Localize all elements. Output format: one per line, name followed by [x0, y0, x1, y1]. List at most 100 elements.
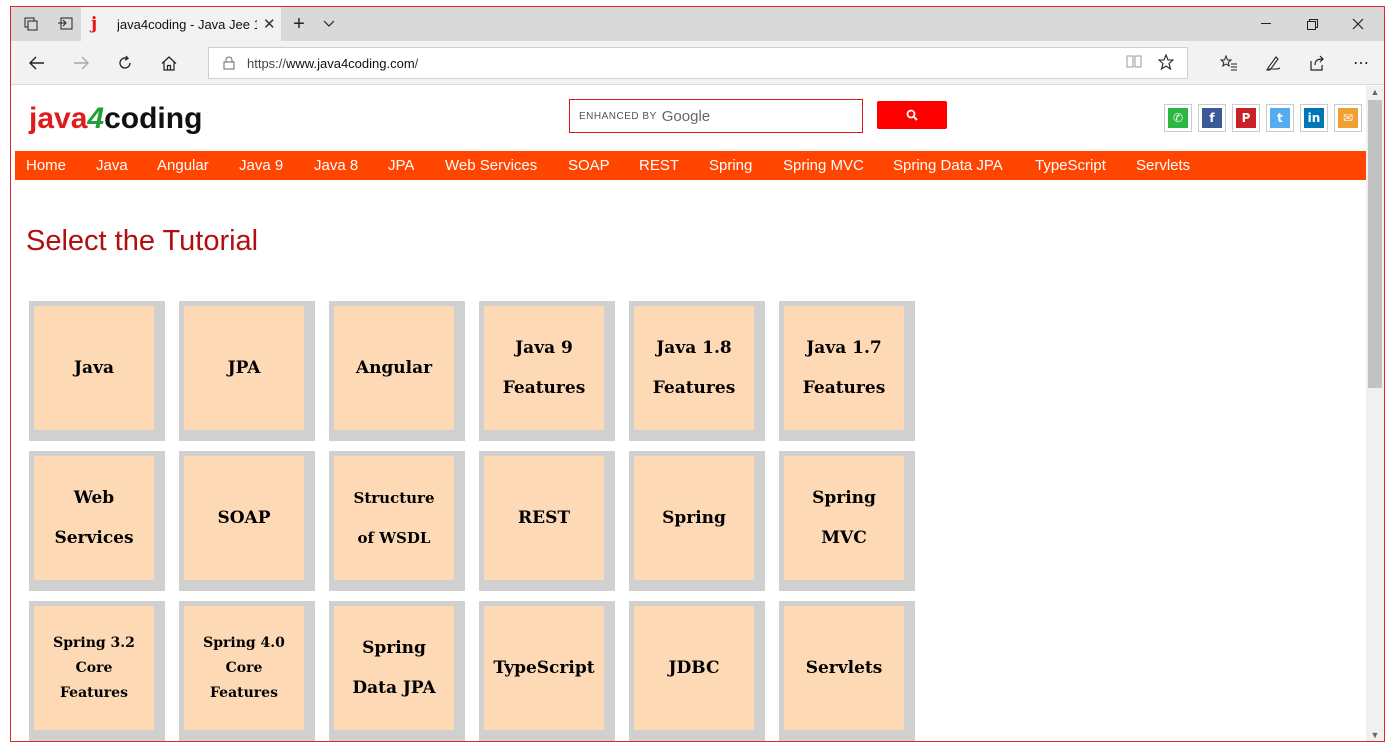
favorites-hub-icon[interactable] — [1211, 47, 1247, 79]
tutorial-card[interactable]: Java 1.8 Features — [629, 301, 765, 441]
facebook-icon: f — [1202, 108, 1222, 128]
tab-strip: j java4coding - Java Jee 1 ✕ + — [11, 7, 1384, 41]
tutorial-card[interactable]: Spring — [629, 451, 765, 591]
minimize-icon[interactable] — [1243, 7, 1289, 41]
menu-item-rest[interactable]: REST — [639, 151, 679, 180]
tutorial-card-label: JDBC — [668, 658, 720, 678]
scroll-thumb[interactable] — [1368, 100, 1382, 388]
tutorial-card[interactable]: Servlets — [779, 601, 915, 741]
tutorial-card-face: Spring 3.2 Core Features — [34, 606, 154, 730]
tutorial-card-label: Spring 3.2 Core Features — [53, 634, 135, 701]
tutorial-card-face: Spring MVC — [784, 456, 904, 580]
whatsapp-share-button[interactable]: ✆ — [1164, 104, 1192, 132]
menu-item-web-services[interactable]: Web Services — [445, 151, 537, 180]
more-menu-icon[interactable]: ⋯ — [1343, 47, 1379, 79]
search-icon — [906, 109, 918, 121]
site-logo[interactable]: java4coding — [29, 102, 202, 136]
tutorial-card-face: Java 9 Features — [484, 306, 604, 430]
tutorial-card-face: Angular — [334, 306, 454, 430]
tab-list-chevron-icon[interactable] — [313, 7, 345, 41]
tutorial-card-label: REST — [517, 508, 570, 528]
site-favicon-icon: j — [91, 14, 98, 34]
tutorial-card-label: JPA — [227, 358, 261, 378]
menu-item-spring-data-jpa[interactable]: Spring Data JPA — [893, 151, 1003, 180]
favorite-star-icon[interactable] — [1157, 53, 1175, 75]
linkedin-share-button[interactable]: in — [1300, 104, 1328, 132]
google-brand-label: Google — [661, 107, 711, 125]
twitter-share-button[interactable]: t — [1266, 104, 1294, 132]
search-input[interactable]: ENHANCED BY Google — [569, 99, 863, 133]
tutorial-card[interactable]: Spring MVC — [779, 451, 915, 591]
search-enhanced-label: ENHANCED BY — [579, 110, 657, 122]
tutorial-card-face: Structure of WSDL — [334, 456, 454, 580]
tab-title: java4coding - Java Jee 1 — [117, 16, 257, 32]
main-menu: Home Java Angular Java 9 Java 8 JPA Web Servic… — [15, 151, 1366, 180]
tutorial-card[interactable]: Java — [29, 301, 165, 441]
pen-notes-icon[interactable] — [1255, 47, 1291, 79]
menu-item-java-9[interactable]: Java 9 — [239, 151, 283, 180]
tutorial-card[interactable]: Java 1.7 Features — [779, 301, 915, 441]
tutorial-card-label: Java 1.8 Features — [652, 338, 736, 398]
active-tab[interactable]: j java4coding - Java Jee 1 ✕ — [81, 7, 281, 41]
scroll-down-icon[interactable]: ▼ — [1366, 729, 1384, 741]
email-icon: ✉ — [1338, 108, 1358, 128]
menu-item-java-8[interactable]: Java 8 — [314, 151, 358, 180]
back-icon[interactable] — [19, 47, 55, 79]
close-window-icon[interactable] — [1335, 7, 1381, 41]
pinterest-share-button[interactable]: P — [1232, 104, 1260, 132]
tutorial-card-face: Java — [34, 306, 154, 430]
restore-icon[interactable] — [1289, 7, 1335, 41]
share-icon[interactable] — [1299, 47, 1335, 79]
tutorial-card[interactable]: REST — [479, 451, 615, 591]
menu-item-soap[interactable]: SOAP — [568, 151, 610, 180]
menu-item-home[interactable]: Home — [26, 151, 66, 180]
tutorial-card-label: SOAP — [217, 508, 271, 528]
tutorial-card[interactable]: Spring 3.2 Core Features — [29, 601, 165, 741]
tutorial-card[interactable]: Spring Data JPA — [329, 601, 465, 741]
facebook-share-button[interactable]: f — [1198, 104, 1226, 132]
tutorial-card[interactable]: TypeScript — [479, 601, 615, 741]
forward-icon[interactable] — [63, 47, 99, 79]
menu-item-spring-mvc[interactable]: Spring MVC — [783, 151, 864, 180]
tutorial-card-label: Java 1.7 Features — [802, 338, 886, 398]
tutorial-card[interactable]: Java 9 Features — [479, 301, 615, 441]
email-share-button[interactable]: ✉ — [1334, 104, 1362, 132]
tutorial-card-face: JPA — [184, 306, 304, 430]
tab-close-icon[interactable]: ✕ — [263, 15, 276, 33]
tab-actions-icon[interactable] — [15, 7, 47, 41]
tutorial-card[interactable]: JPA — [179, 301, 315, 441]
menu-item-jpa[interactable]: JPA — [388, 151, 414, 180]
tutorial-card[interactable]: Structure of WSDL — [329, 451, 465, 591]
page-heading: Select the Tutorial — [26, 225, 259, 257]
home-icon[interactable] — [151, 47, 187, 79]
tutorial-card-label: Java 9 Features — [502, 338, 586, 398]
menu-item-typescript[interactable]: TypeScript — [1035, 151, 1106, 180]
pinterest-icon: P — [1236, 108, 1256, 128]
refresh-icon[interactable] — [107, 47, 143, 79]
tutorial-card-face: Spring — [634, 456, 754, 580]
tutorial-card-face: Spring Data JPA — [334, 606, 454, 730]
tutorial-card[interactable]: Spring 4.0 Core Features — [179, 601, 315, 741]
tutorial-card[interactable]: Web Services — [29, 451, 165, 591]
set-tabs-aside-icon[interactable] — [49, 7, 81, 41]
url-text: https://www.java4coding.com/ — [247, 55, 419, 71]
tutorial-card[interactable]: Angular — [329, 301, 465, 441]
navigation-bar: https://www.java4coding.com/ ⋯ — [11, 41, 1384, 85]
tutorial-card-label: Web Services — [54, 488, 134, 548]
address-bar[interactable]: https://www.java4coding.com/ — [208, 47, 1188, 79]
menu-item-angular[interactable]: Angular — [157, 151, 209, 180]
tutorial-card-label: Spring — [662, 508, 726, 528]
menu-item-servlets[interactable]: Servlets — [1136, 151, 1190, 180]
menu-item-spring[interactable]: Spring — [709, 151, 752, 180]
menu-item-java[interactable]: Java — [96, 151, 128, 180]
tutorial-card[interactable]: JDBC — [629, 601, 765, 741]
tutorial-card-label: Spring MVC — [812, 488, 876, 548]
new-tab-button[interactable]: + — [283, 7, 315, 41]
vertical-scrollbar[interactable]: ▲ ▼ — [1366, 86, 1384, 741]
search-button[interactable] — [877, 101, 947, 129]
reading-view-icon[interactable] — [1126, 54, 1142, 73]
page-viewport: java4coding ENHANCED BY Google ✆ f Pt in ✉ H… — [11, 86, 1366, 741]
tutorial-card-label: Structure of WSDL — [353, 489, 435, 547]
scroll-up-icon[interactable]: ▲ — [1366, 86, 1384, 98]
tutorial-card[interactable]: SOAP — [179, 451, 315, 591]
